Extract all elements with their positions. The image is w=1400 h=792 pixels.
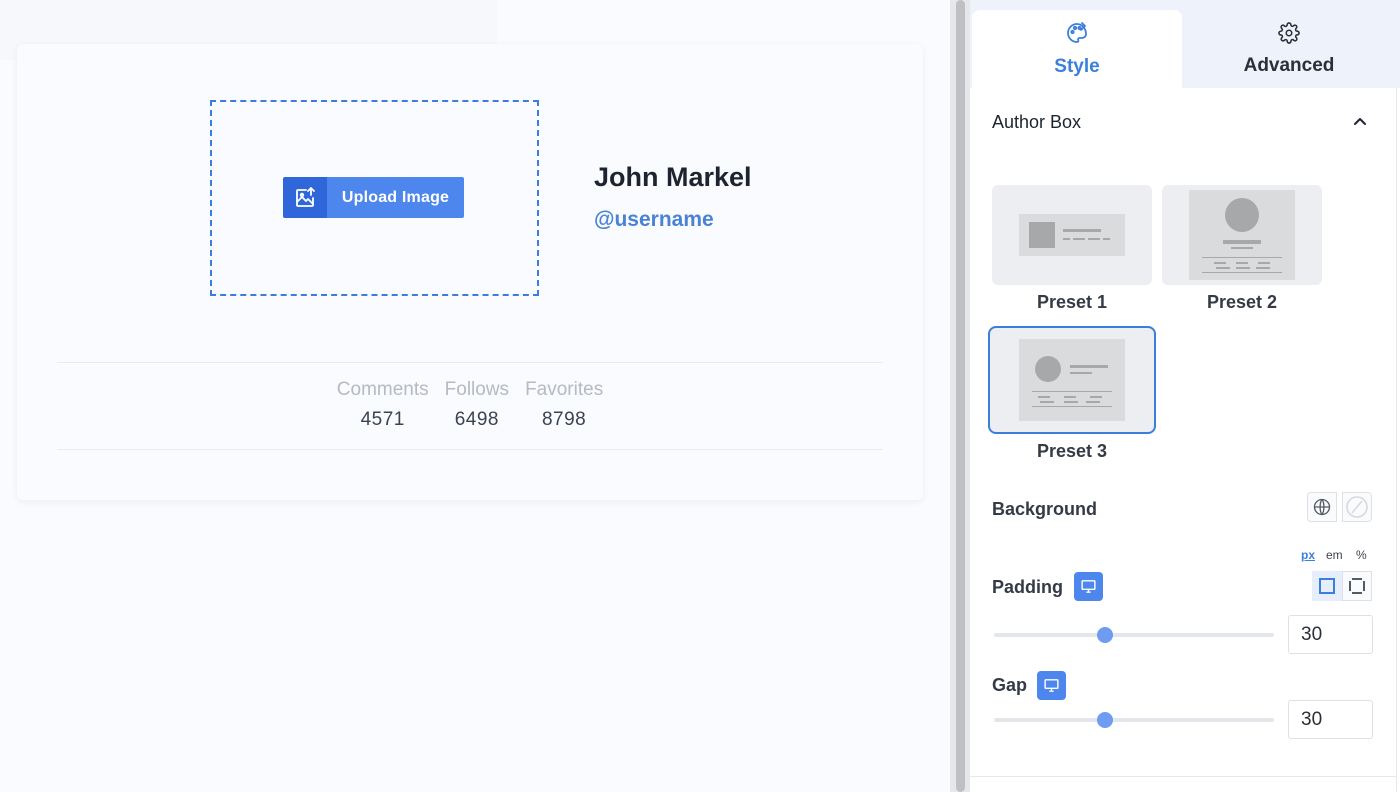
individual-padding-button[interactable] [1342, 571, 1372, 601]
globe-icon [1313, 498, 1331, 516]
square-corners-icon [1349, 578, 1365, 594]
panel-tabs: Style Advanced [970, 0, 1400, 88]
preset-label: Preset 3 [1036, 441, 1108, 461]
preset-2-thumbnail [1162, 185, 1322, 285]
stat-label: Follows [444, 379, 510, 400]
padding-label: Padding [992, 577, 1063, 597]
preset-2-illustration [1189, 190, 1295, 280]
desktop-icon [1081, 580, 1096, 593]
section-title: Author Box [992, 111, 1082, 132]
unit-px[interactable]: px [1301, 548, 1315, 562]
stat-favorites: Favorites 8798 [525, 379, 603, 431]
gear-icon [1278, 21, 1300, 49]
stat-value: 8798 [541, 409, 587, 430]
linked-padding-button[interactable] [1312, 571, 1342, 601]
gap-input[interactable] [1288, 700, 1373, 739]
tab-advanced-label: Advanced [1243, 54, 1335, 76]
background-label: Background [992, 499, 1098, 519]
tab-advanced[interactable]: Advanced [1182, 10, 1396, 88]
author-stats: Comments 4571 Follows 6498 Favorites 879… [17, 379, 923, 431]
tab-style-label: Style [1054, 55, 1100, 77]
author-username[interactable]: @username [594, 208, 714, 232]
gap-slider[interactable] [994, 712, 1274, 728]
square-linked-icon [1319, 578, 1335, 594]
no-color-swatch-icon [1346, 496, 1368, 518]
unit-percent[interactable]: % [1356, 548, 1367, 562]
stat-label: Comments [336, 379, 429, 400]
stat-comments: Comments 4571 [337, 379, 429, 431]
gap-slider-knob[interactable] [1097, 712, 1113, 728]
scrollbar-thumb[interactable] [956, 0, 965, 792]
preset-1-thumbnail [992, 185, 1152, 285]
preset-2[interactable]: Preset 2 [1162, 185, 1322, 313]
padding-slider-knob[interactable] [1097, 627, 1113, 643]
preset-label: Preset 2 [1206, 292, 1278, 312]
image-upload-icon [283, 177, 327, 218]
responsive-desktop-button[interactable] [1074, 572, 1103, 601]
author-box-section-header[interactable]: Author Box [992, 110, 1372, 134]
color-picker-button[interactable] [1342, 492, 1372, 522]
stat-label: Favorites [525, 379, 604, 400]
chevron-up-icon[interactable] [1348, 110, 1372, 134]
preset-1-illustration [1019, 214, 1125, 256]
palette-icon [1065, 21, 1089, 50]
desktop-icon [1044, 679, 1059, 692]
stat-value: 6498 [454, 409, 499, 430]
settings-panel: Style Advanced Author Box Preset 1 Prese… [970, 0, 1400, 792]
padding-input[interactable] [1288, 615, 1373, 654]
preset-1[interactable]: Preset 1 [992, 185, 1152, 313]
tab-style[interactable]: Style [972, 10, 1182, 88]
stat-follows: Follows 6498 [445, 379, 509, 431]
responsive-desktop-button[interactable] [1037, 671, 1066, 700]
panel-border [1396, 88, 1397, 792]
stats-bottom-divider [57, 449, 883, 450]
stat-value: 4571 [360, 409, 405, 430]
canvas-scrollbar[interactable] [950, 0, 970, 792]
section-bottom-divider [970, 776, 1396, 777]
global-color-button[interactable] [1307, 492, 1337, 522]
editor-canvas: Upload Image John Markel @username Comme… [0, 0, 950, 792]
preset-label: Preset 1 [1036, 292, 1108, 312]
author-name[interactable]: John Markel [594, 162, 752, 193]
stats-top-divider [57, 362, 883, 363]
preset-3[interactable]: Preset 3 [988, 326, 1156, 462]
preset-3-thumbnail [988, 326, 1156, 434]
upload-image-button[interactable]: Upload Image [283, 177, 464, 218]
padding-slider[interactable] [994, 627, 1274, 643]
author-box[interactable]: Upload Image John Markel @username Comme… [17, 44, 923, 500]
preset-3-illustration [1019, 339, 1125, 421]
gap-label: Gap [992, 675, 1028, 695]
upload-image-label: Upload Image [327, 177, 464, 218]
unit-em[interactable]: em [1326, 548, 1343, 562]
